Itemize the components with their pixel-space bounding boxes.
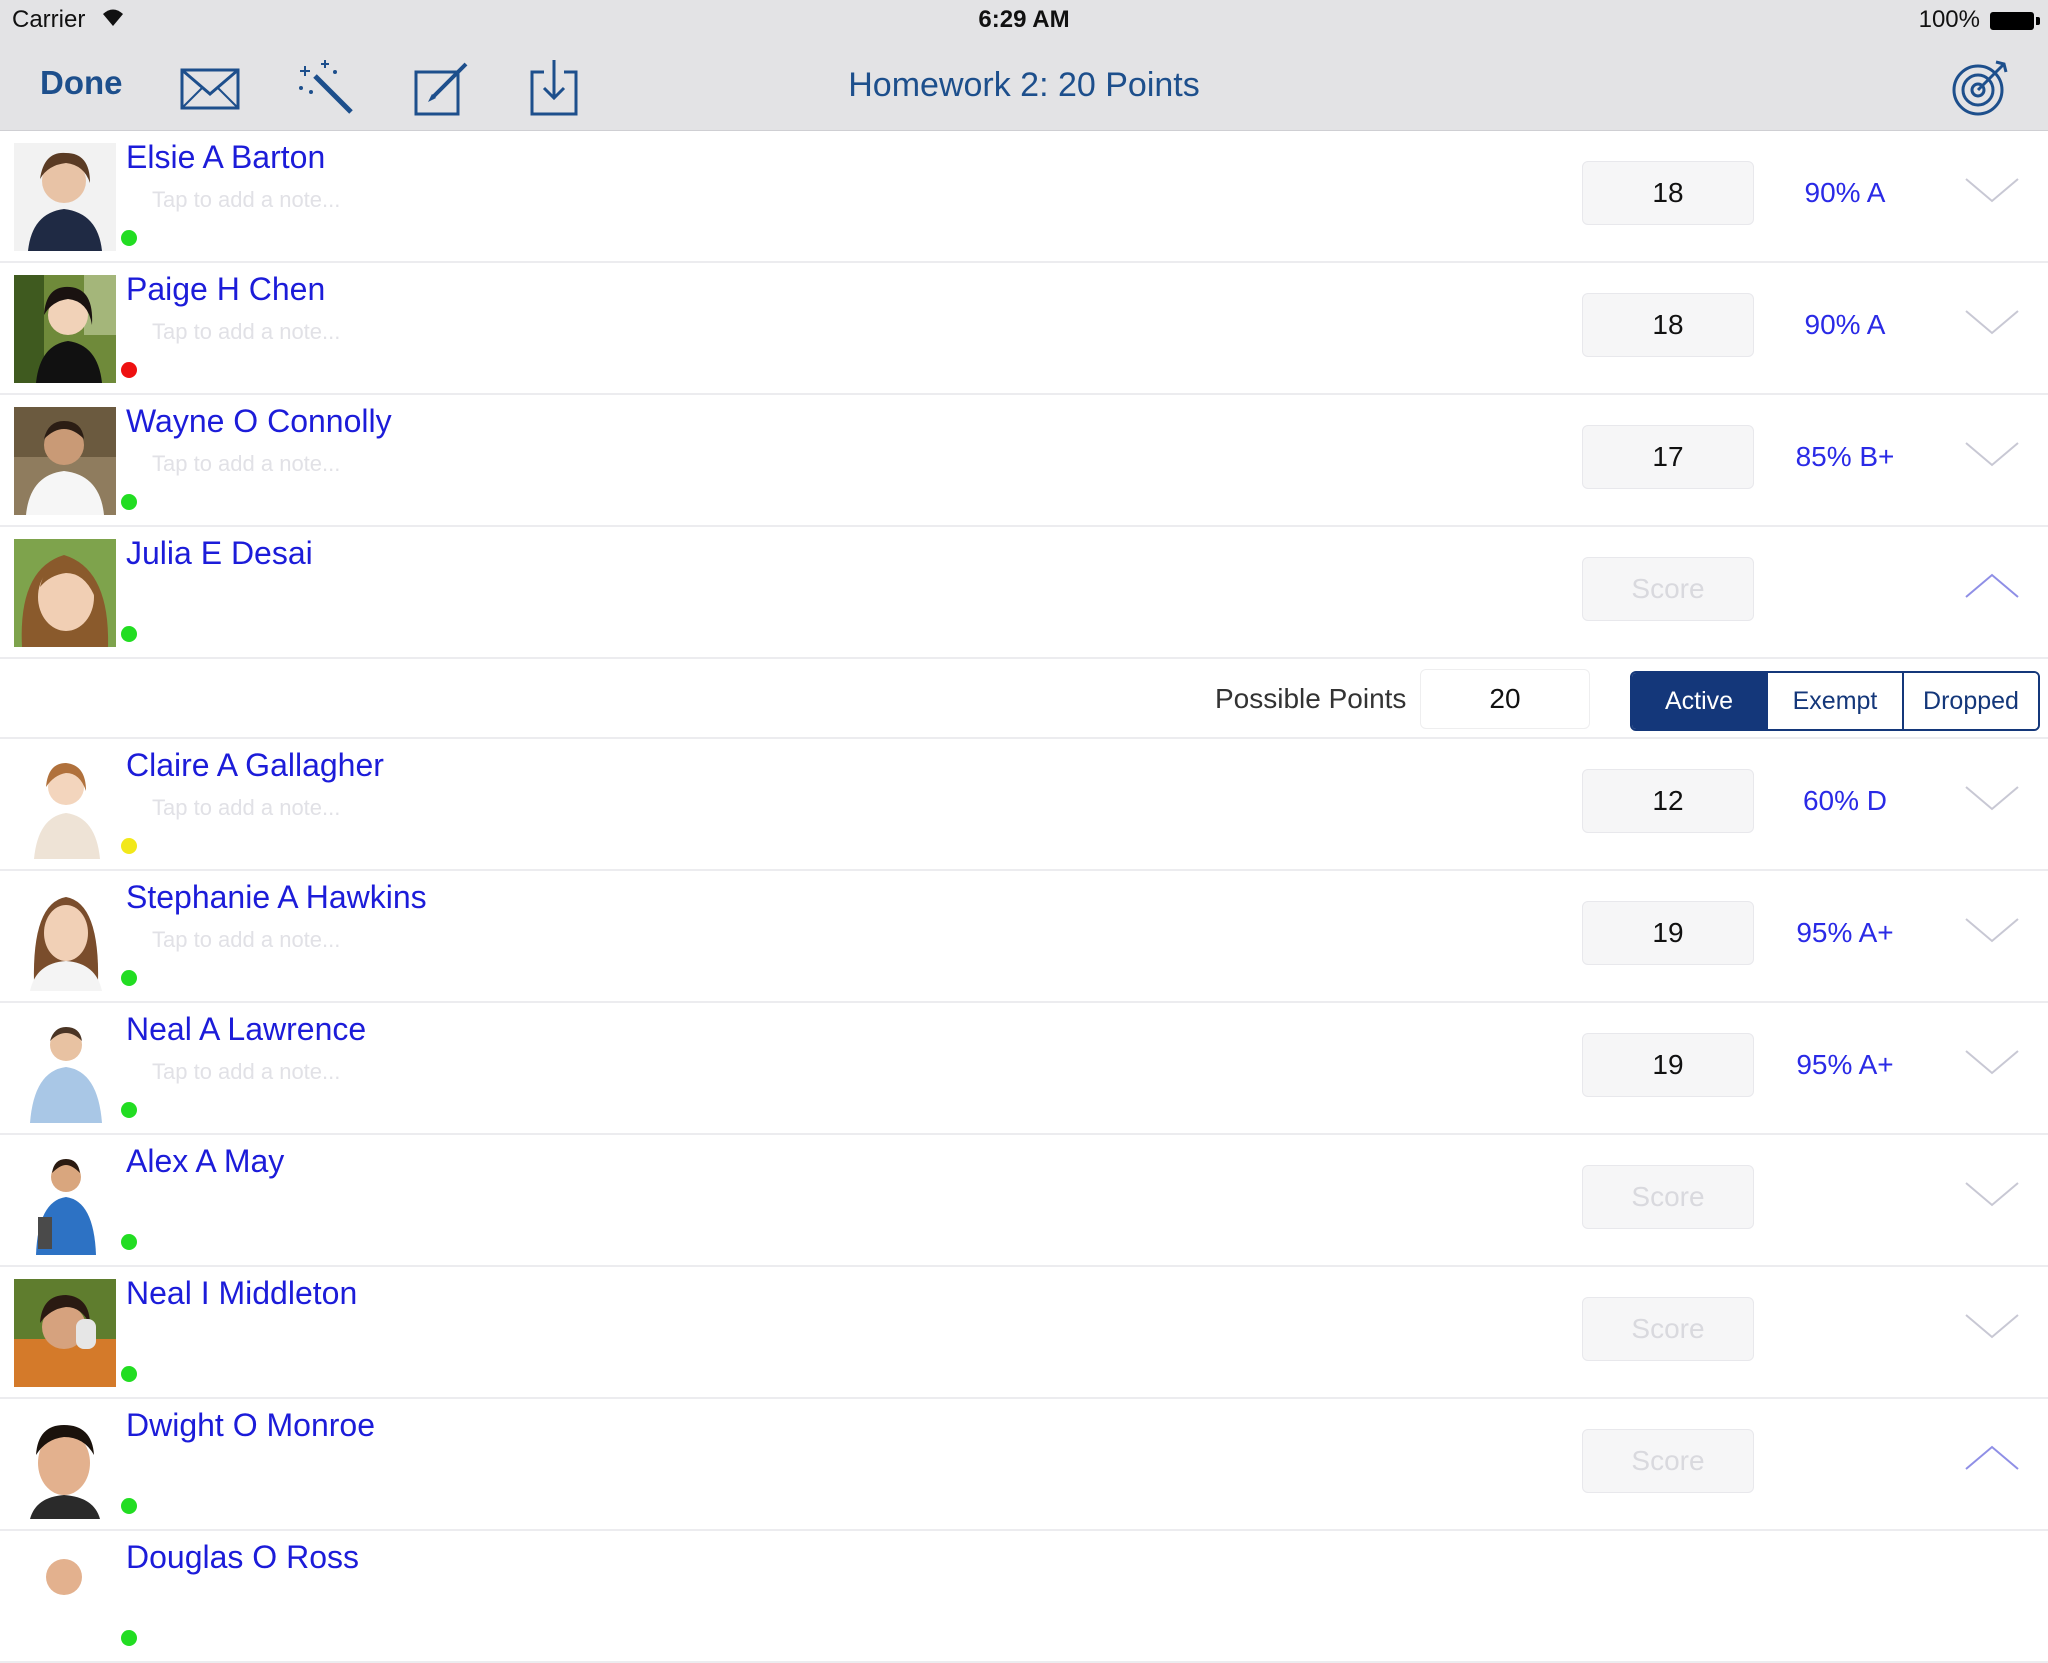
possible-points-label: Possible Points: [1215, 683, 1407, 714]
avatar: [14, 275, 116, 383]
avatar: [14, 143, 116, 251]
target-icon[interactable]: [1948, 58, 2012, 118]
table-row[interactable]: Claire A Gallagher Tap to add a note... …: [0, 739, 2048, 871]
status-dot: [121, 1102, 137, 1118]
table-row[interactable]: Elsie A Barton Tap to add a note... 18 9…: [0, 131, 2048, 263]
toolbar: Done Homework 2: 20 Points: [0, 40, 2048, 131]
chevron-down-icon[interactable]: [1962, 303, 2022, 343]
chevron-up-icon[interactable]: [1962, 567, 2022, 607]
table-row[interactable]: Stephanie A Hawkins Tap to add a note...…: [0, 871, 2048, 1003]
segment-dropped[interactable]: Dropped: [1904, 673, 2038, 729]
segment-active[interactable]: Active: [1632, 673, 1768, 729]
score-input[interactable]: 19: [1582, 1033, 1754, 1097]
chevron-down-icon[interactable]: [1962, 779, 2022, 819]
battery-percent: 100%: [1918, 6, 1980, 33]
chevron-down-icon[interactable]: [1962, 1043, 2022, 1083]
score-input[interactable]: Score: [1582, 1429, 1754, 1493]
score-input[interactable]: Score: [1582, 1165, 1754, 1229]
student-name[interactable]: Elsie A Barton: [126, 139, 325, 176]
assignment-options-panel: Possible Points 20 Active Exempt Dropped: [0, 659, 2048, 739]
battery-icon: [1990, 12, 2040, 30]
table-row[interactable]: Julia E Desai Score: [0, 527, 2048, 659]
chevron-down-icon[interactable]: [1962, 171, 2022, 211]
status-dot: [121, 970, 137, 986]
score-input[interactable]: Score: [1582, 557, 1754, 621]
table-row[interactable]: Dwight O Monroe Score: [0, 1399, 2048, 1531]
status-dot: [121, 838, 137, 854]
status-dot: [121, 1366, 137, 1382]
page-title: Homework 2: 20 Points: [848, 66, 1200, 104]
score-input[interactable]: 19: [1582, 901, 1754, 965]
score-input[interactable]: 18: [1582, 161, 1754, 225]
grade-label: 90% A: [1804, 177, 1886, 208]
status-dot: [121, 494, 137, 510]
segment-exempt[interactable]: Exempt: [1768, 673, 1904, 729]
status-dot: [121, 1630, 137, 1646]
chevron-down-icon[interactable]: [1962, 1175, 2022, 1215]
table-row[interactable]: Alex A May Score: [0, 1135, 2048, 1267]
chevron-down-icon[interactable]: [1962, 435, 2022, 475]
avatar: [14, 1015, 116, 1123]
status-dot: [121, 626, 137, 642]
clock: 6:29 AM: [978, 6, 1070, 33]
note-placeholder[interactable]: Tap to add a note...: [152, 187, 340, 213]
possible-points-input[interactable]: 20: [1420, 669, 1590, 729]
grade-label: 95% A+: [1796, 917, 1894, 948]
status-dot: [121, 1234, 137, 1250]
student-name[interactable]: Julia E Desai: [126, 535, 313, 572]
note-placeholder[interactable]: Tap to add a note...: [152, 795, 340, 821]
student-name[interactable]: Wayne O Connolly: [126, 403, 392, 440]
student-name[interactable]: Neal I Middleton: [126, 1275, 357, 1312]
chevron-down-icon[interactable]: [1962, 1307, 2022, 1347]
avatar: [14, 1543, 116, 1651]
table-row[interactable]: Wayne O Connolly Tap to add a note... 17…: [0, 395, 2048, 527]
grade-label: 60% D: [1802, 785, 1888, 816]
status-segmented-control: Active Exempt Dropped: [1630, 671, 2040, 731]
status-dot: [121, 362, 137, 378]
grade-label: 90% A: [1804, 309, 1886, 340]
status-dot: [121, 1498, 137, 1514]
student-name[interactable]: Claire A Gallagher: [126, 747, 384, 784]
student-name[interactable]: Neal A Lawrence: [126, 1011, 366, 1048]
student-name[interactable]: Alex A May: [126, 1143, 284, 1180]
score-input[interactable]: 17: [1582, 425, 1754, 489]
score-input[interactable]: 18: [1582, 293, 1754, 357]
avatar: [14, 407, 116, 515]
student-list: Elsie A Barton Tap to add a note... 18 9…: [0, 131, 2048, 1663]
avatar: [14, 1279, 116, 1387]
student-name[interactable]: Dwight O Monroe: [126, 1407, 375, 1444]
note-placeholder[interactable]: Tap to add a note...: [152, 451, 340, 477]
note-placeholder[interactable]: Tap to add a note...: [152, 927, 340, 953]
table-row[interactable]: Douglas O Ross: [0, 1531, 2048, 1663]
avatar: [14, 1411, 116, 1519]
status-dot: [121, 230, 137, 246]
score-input[interactable]: Score: [1582, 1297, 1754, 1361]
note-placeholder[interactable]: Tap to add a note...: [152, 1059, 340, 1085]
student-name[interactable]: Douglas O Ross: [126, 1539, 359, 1576]
table-row[interactable]: Neal I Middleton Score: [0, 1267, 2048, 1399]
avatar: [14, 1147, 116, 1255]
student-name[interactable]: Stephanie A Hawkins: [126, 879, 427, 916]
grade-label: 95% A+: [1796, 1049, 1894, 1080]
student-name[interactable]: Paige H Chen: [126, 271, 325, 308]
avatar: [14, 751, 116, 859]
score-input[interactable]: 12: [1582, 769, 1754, 833]
avatar: [14, 883, 116, 991]
avatar: [14, 539, 116, 647]
table-row[interactable]: Paige H Chen Tap to add a note... 18 90%…: [0, 263, 2048, 395]
note-placeholder[interactable]: Tap to add a note...: [152, 319, 340, 345]
chevron-up-icon[interactable]: [1962, 1439, 2022, 1479]
table-row[interactable]: Neal A Lawrence Tap to add a note... 19 …: [0, 1003, 2048, 1135]
chevron-down-icon[interactable]: [1962, 911, 2022, 951]
status-bar: Carrier 6:29 AM 100%: [0, 0, 2048, 40]
grade-label: 85% B+: [1795, 441, 1895, 472]
